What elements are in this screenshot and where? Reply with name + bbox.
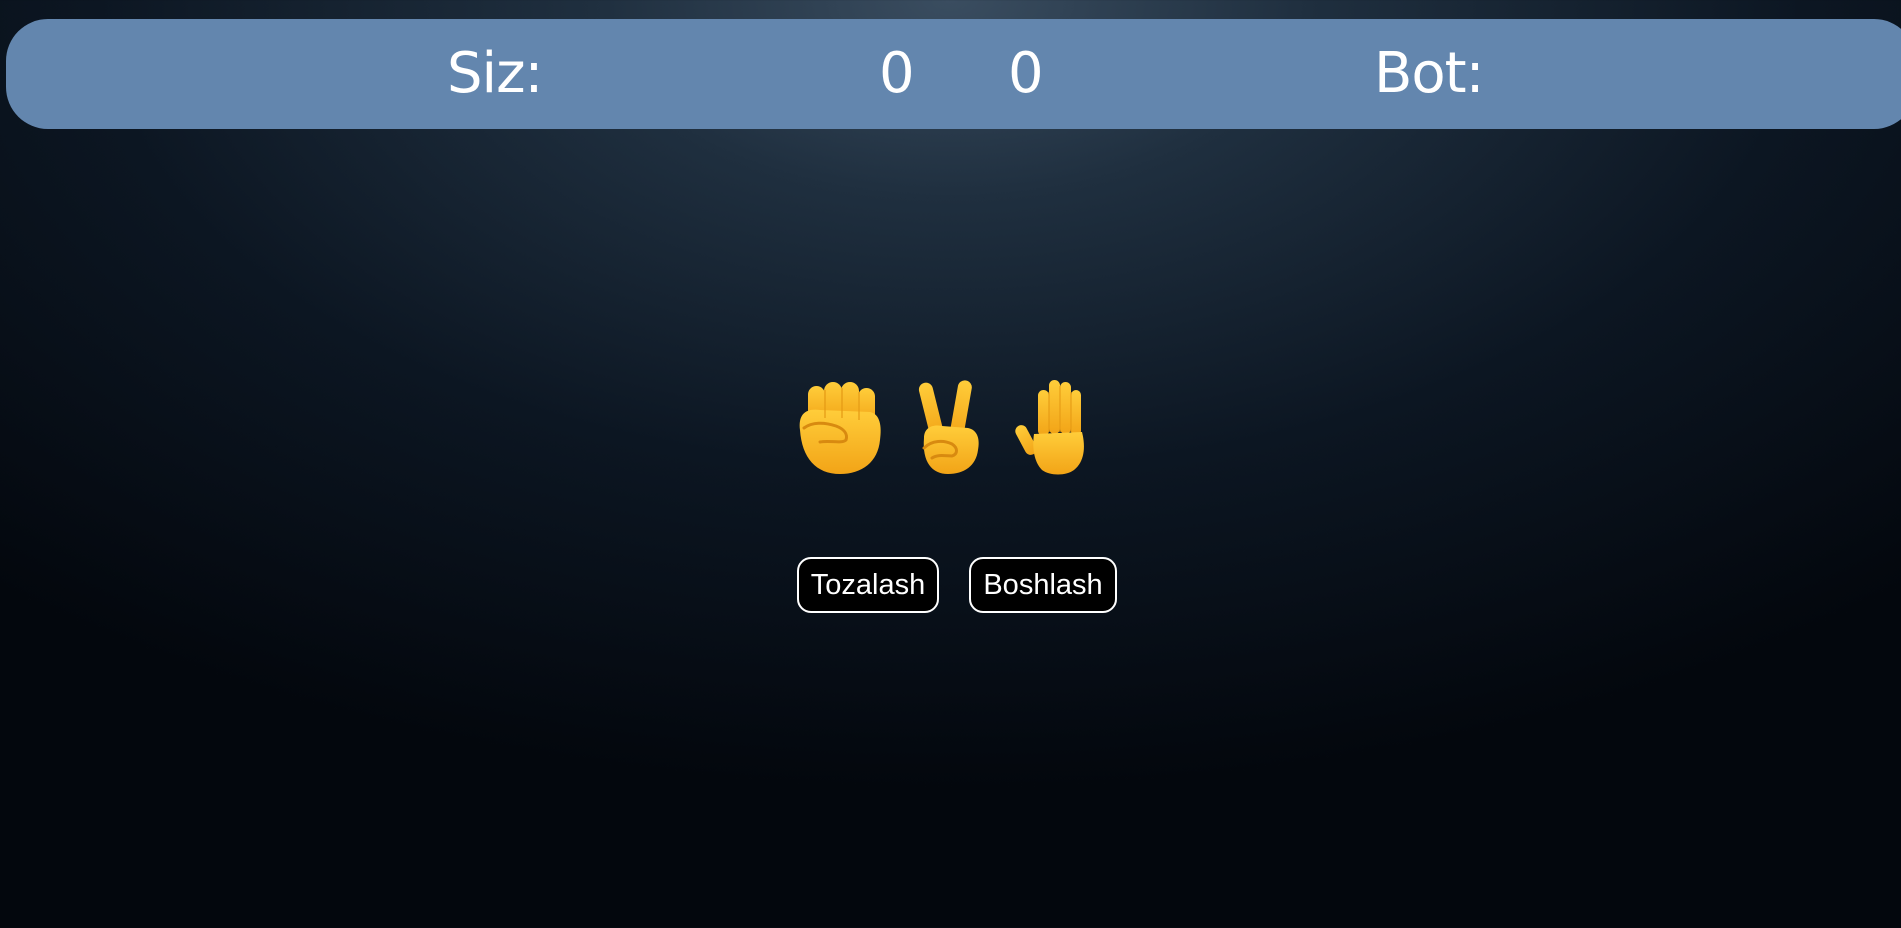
game-controls: Tozalash Boshlash: [0, 557, 1901, 615]
bot-label: Bot:: [1374, 41, 1485, 106]
scoreboard-bar: Siz: 0 0 Bot:: [6, 19, 1901, 129]
choice-options: [790, 378, 1120, 478]
paper-choice-raised-hand-icon[interactable]: [1012, 378, 1108, 478]
bot-score: 0: [1008, 41, 1044, 106]
reset-button[interactable]: Tozalash: [797, 557, 939, 613]
player-score: 0: [879, 41, 915, 106]
start-button[interactable]: Boshlash: [969, 557, 1117, 613]
player-label: Siz:: [447, 41, 543, 106]
rock-choice-raised-fist-icon[interactable]: [790, 378, 886, 478]
scissors-choice-victory-hand-icon[interactable]: [902, 378, 998, 478]
